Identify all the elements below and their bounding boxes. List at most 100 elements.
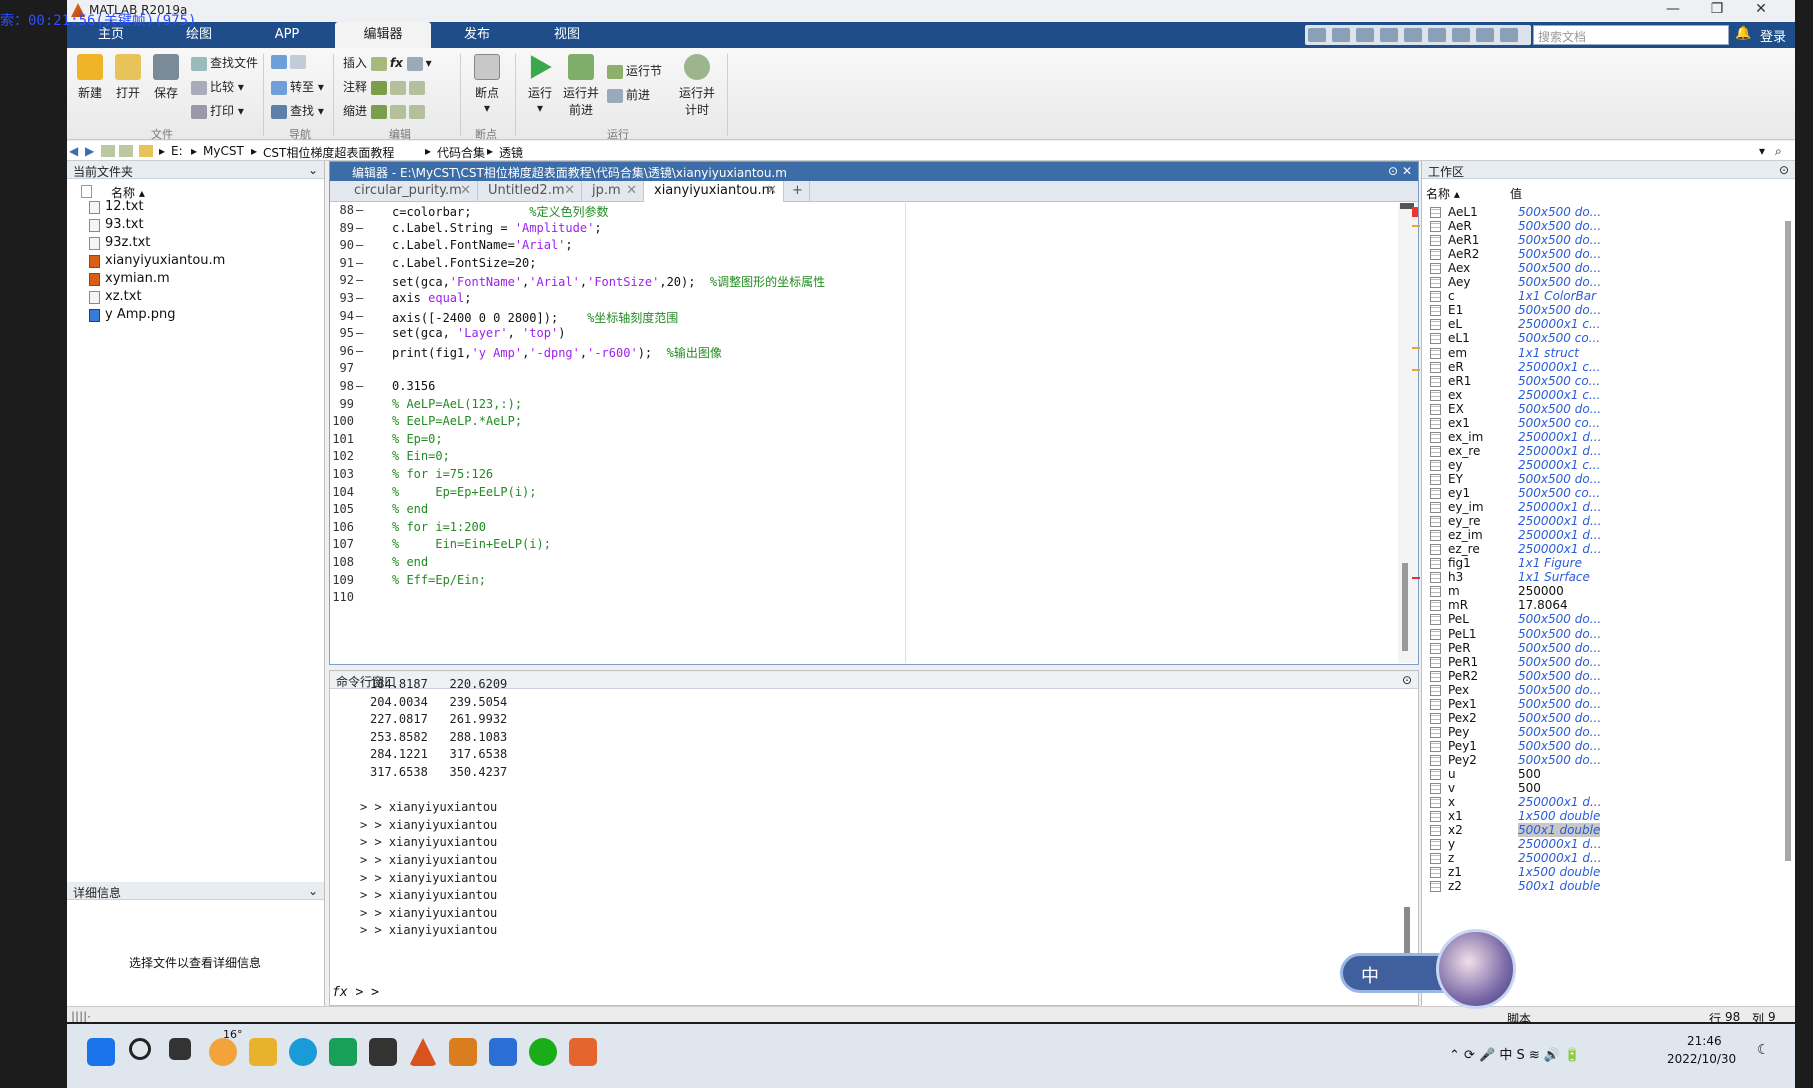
app-cube-icon[interactable] — [369, 1038, 397, 1066]
close-button[interactable]: ✕ — [1741, 1, 1781, 17]
settings-icon[interactable] — [1500, 28, 1518, 42]
address-bar[interactable]: ◀ ▶ ▸ E: ▸ MyCST ▸ CST相位梯度超表面教程 ▸ 代码合集 ▸… — [67, 141, 1795, 161]
tray-icons[interactable]: ⌃ ⟳ 🎤 中 S ≋ 🔊 🔋 — [1449, 1044, 1580, 1063]
print-button[interactable]: 打印 ▾ — [191, 102, 244, 119]
panel-menu-icon[interactable]: ⌄ — [308, 163, 318, 177]
edge-icon[interactable] — [289, 1038, 317, 1066]
search-icon[interactable] — [129, 1038, 151, 1060]
cut-icon[interactable] — [1332, 28, 1350, 42]
breakpoint-dash[interactable]: — — [356, 221, 363, 235]
new-button[interactable]: 新建 — [73, 54, 107, 101]
comment-button[interactable]: 注释 — [343, 78, 428, 95]
open-button[interactable]: 打开 — [111, 54, 145, 101]
save-button[interactable]: 保存 — [149, 54, 183, 101]
file-row[interactable]: xz.txt — [89, 289, 142, 304]
moon-icon[interactable]: ☾ — [1757, 1042, 1770, 1058]
store-icon[interactable] — [329, 1038, 357, 1066]
breakpoint-dash[interactable]: — — [356, 256, 363, 270]
clock-date[interactable]: 2022/10/30 — [1667, 1052, 1736, 1066]
breakpoint-dash[interactable]: — — [356, 344, 363, 358]
search-docs-input[interactable]: 搜索文档 — [1533, 25, 1729, 45]
breakpoint-dash[interactable]: — — [356, 309, 363, 323]
up-folder-icon[interactable] — [101, 145, 115, 157]
breakpoints-button[interactable]: 断点 ▾ — [467, 54, 507, 115]
file-explorer-icon[interactable] — [249, 1038, 277, 1066]
tab-publish[interactable]: 发布 — [433, 22, 521, 48]
ime-mode[interactable]: 中 — [1361, 962, 1379, 988]
matlab-taskbar-icon[interactable] — [409, 1038, 437, 1066]
breakpoint-dash[interactable]: — — [356, 379, 363, 393]
ws-col-value[interactable]: 值 — [1510, 185, 1522, 202]
panel-menu-icon[interactable]: ⊙ — [1388, 164, 1398, 178]
start-icon[interactable] — [87, 1038, 115, 1066]
code-line[interactable]: 110 — [330, 590, 1400, 610]
browse-folder-icon[interactable] — [119, 145, 133, 157]
address-part[interactable]: 透镜 — [499, 144, 523, 161]
run-and-time-button[interactable]: 运行并 计时 — [677, 54, 717, 118]
insert-button[interactable]: 插入 fx ▾ — [343, 54, 432, 71]
minimize-button[interactable]: — — [1653, 1, 1693, 17]
breakpoint-dash[interactable]: — — [356, 291, 363, 305]
file-row[interactable]: xymian.m — [89, 271, 170, 286]
back-icon[interactable]: ◀ — [69, 144, 78, 158]
wechat-icon[interactable] — [529, 1038, 557, 1066]
panel-menu-icon[interactable]: ⊙ — [1402, 673, 1412, 687]
goto-button[interactable]: 转至 ▾ — [271, 78, 324, 95]
ws-col-name[interactable]: 名称 ▴ — [1426, 185, 1460, 202]
breakpoint-dash[interactable]: — — [356, 238, 363, 252]
chevron-down-icon[interactable]: ⌄ — [308, 884, 318, 898]
address-part[interactable]: 代码合集 — [437, 144, 485, 161]
tab-editor[interactable]: 编辑器 — [335, 22, 431, 48]
redo-icon[interactable] — [1428, 28, 1446, 42]
sublime-icon[interactable] — [449, 1038, 477, 1066]
close-tab-icon[interactable]: ✕ — [626, 181, 637, 201]
dropdown-icon[interactable]: ▾ — [1759, 144, 1765, 158]
command-prompt[interactable]: fx > > — [332, 985, 379, 1000]
address-part[interactable]: CST相位梯度超表面教程 — [263, 144, 394, 161]
breakpoint-dash[interactable]: — — [356, 326, 363, 340]
run-button[interactable]: 运行 ▾ — [523, 54, 557, 115]
forward-arrow-icon[interactable] — [290, 54, 306, 69]
breakpoint-dash[interactable]: — — [356, 273, 363, 287]
undo-icon[interactable] — [1404, 28, 1422, 42]
back-arrow-icon[interactable] — [271, 54, 287, 69]
run-section-button[interactable]: 运行节 — [607, 62, 662, 79]
file-row[interactable]: 12.txt — [89, 199, 144, 214]
close-tab-icon[interactable]: ✕ — [766, 181, 777, 201]
code-area[interactable]: 88— c=colorbar; %定义色列参数 89— c.Label.String … — [330, 203, 1400, 663]
editor-tab-xianyiyuxiantou[interactable]: xianyiyuxiantou.m ✕ — [644, 181, 784, 202]
workspace-row[interactable]: z2 500x1 double — [1422, 879, 1795, 895]
address-part[interactable]: MyCST — [203, 144, 244, 158]
close-editor-icon[interactable]: ✕ — [1402, 164, 1412, 178]
indent-button[interactable]: 缩进 — [343, 102, 428, 119]
editor-tab-circular-purity[interactable]: circular_purity.m ✕ — [344, 181, 478, 202]
forward-icon[interactable]: ▶ — [85, 144, 94, 158]
back-forward-icons[interactable] — [271, 54, 309, 69]
whiteboard-icon[interactable] — [489, 1038, 517, 1066]
compare-button[interactable]: 比较 ▾ — [191, 78, 244, 95]
panel-menu-icon[interactable]: ⊙ — [1779, 163, 1789, 177]
clock-time[interactable]: 21:46 — [1687, 1034, 1722, 1048]
find-files-button[interactable]: 查找文件 — [191, 54, 258, 71]
close-tab-icon[interactable]: ✕ — [564, 181, 575, 201]
run-advance-button[interactable]: 运行并 前进 — [561, 54, 601, 118]
paste-icon[interactable] — [1380, 28, 1398, 42]
bell-icon[interactable]: 🔔 — [1735, 26, 1751, 41]
save-icon[interactable] — [1308, 28, 1326, 42]
file-row[interactable]: 93z.txt — [89, 235, 150, 250]
tab-view[interactable]: 视图 — [523, 22, 611, 48]
find-button[interactable]: 查找 ▾ — [271, 102, 324, 119]
scroll-thumb[interactable] — [1402, 563, 1408, 651]
command-window[interactable]: 命令行窗口 ⊙ 184.8187 220.6209 204.0034 239.505… — [329, 670, 1419, 1006]
login-button[interactable]: 登录 — [1760, 26, 1786, 45]
layout-icon[interactable] — [1452, 28, 1470, 42]
maximize-button[interactable]: ❐ — [1697, 1, 1737, 17]
search-icon[interactable]: ⌕ — [1775, 144, 1782, 159]
file-row[interactable]: y Amp.png — [89, 307, 176, 322]
weather-icon[interactable]: 16° — [209, 1028, 243, 1066]
help-icon[interactable] — [1476, 28, 1494, 42]
file-row[interactable]: 93.txt — [89, 217, 144, 232]
floating-ime-widget[interactable]: 中 — [1340, 925, 1530, 1015]
address-part[interactable]: E: — [171, 144, 183, 158]
workspace-scroll-thumb[interactable] — [1785, 221, 1791, 861]
